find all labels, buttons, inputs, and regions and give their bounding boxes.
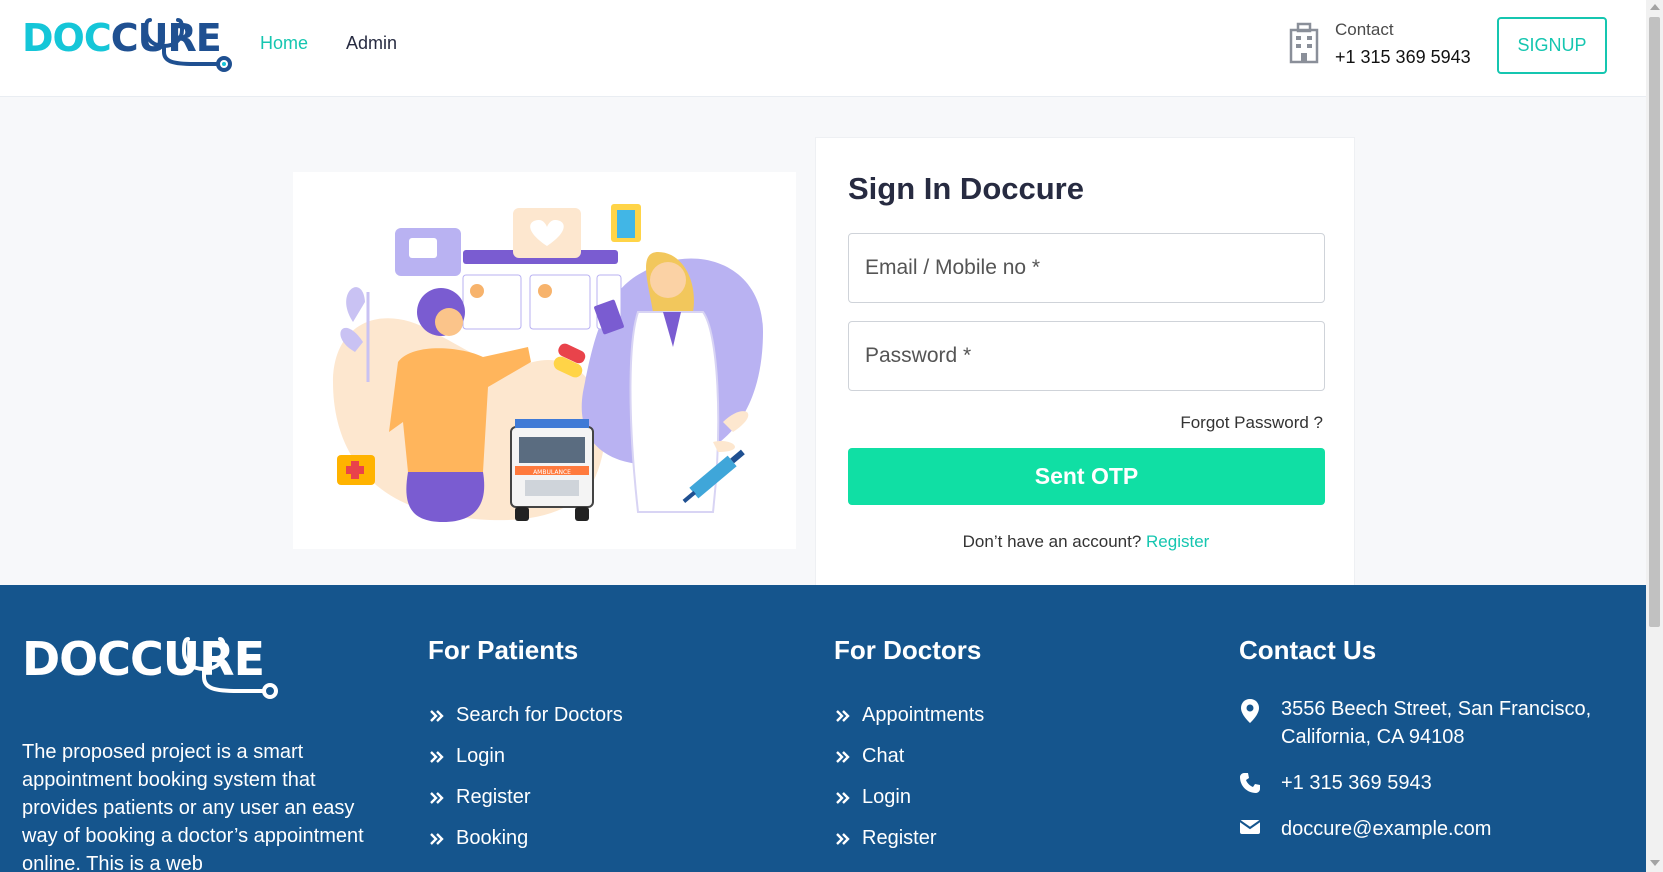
location-pin-icon [1241,699,1259,723]
footer-link-chat[interactable]: Chat [834,736,984,777]
site-footer: DOCCURE The proposed project is a smart … [0,585,1646,872]
signin-title: Sign In Doccure [848,171,1084,206]
page-scrollbar[interactable] [1646,0,1663,872]
footer-logo[interactable]: DOCCURE [22,635,278,699]
chevrons-right-icon [430,832,444,845]
site-header: DOCCURE Home Admin Contact +1 315 369 59… [0,0,1646,97]
chevrons-right-icon [430,750,444,763]
footer-patients-column: For Patients Search for Doctors Login Re… [428,635,623,859]
register-link[interactable]: Register [1146,532,1209,551]
stethoscope-icon [144,18,232,72]
footer-link-booking[interactable]: Booking [428,818,623,859]
signin-card: Sign In Doccure Forgot Password ? Sent O… [815,137,1355,585]
footer-address: 3556 Beech Street, San Francisco, Califo… [1239,695,1601,751]
footer-patients-title: For Patients [428,635,579,665]
footer-link-doctor-login[interactable]: Login [834,777,984,818]
phone-icon [1240,773,1260,793]
mail-icon [1239,820,1261,834]
scroll-up-icon[interactable] [1650,4,1660,10]
footer-doctors-title: For Doctors [834,635,982,665]
send-otp-button[interactable]: Sent OTP [848,448,1325,505]
header-logo[interactable]: DOCCURE [22,16,232,72]
nav-admin[interactable]: Admin [346,33,397,54]
footer-link-register[interactable]: Register [428,777,623,818]
footer-email[interactable]: doccure@example.com [1239,815,1601,843]
scrollbar-thumb[interactable] [1649,17,1660,627]
building-icon [1289,22,1319,64]
footer-link-doctor-register[interactable]: Register [834,818,984,859]
footer-phone[interactable]: +1 315 369 5943 [1239,769,1601,797]
footer-doctors-column: For Doctors Appointments Chat Login Regi… [834,635,984,859]
footer-link-search-doctors[interactable]: Search for Doctors [428,695,623,736]
chevrons-right-icon [836,832,850,845]
scroll-down-icon[interactable] [1650,860,1660,866]
contact-phone: +1 315 369 5943 [1335,47,1471,67]
doctor-patient-illustration: AMBULANCE [333,204,763,522]
email-field[interactable] [848,233,1325,303]
contact-label: Contact [1335,20,1394,39]
footer-link-login[interactable]: Login [428,736,623,777]
chevrons-right-icon [430,709,444,722]
footer-description: The proposed project is a smart appointm… [22,741,364,872]
footer-link-appointments[interactable]: Appointments [834,695,984,736]
signup-button[interactable]: SIGNUP [1497,17,1607,74]
svg-text:AMBULANCE: AMBULANCE [533,469,571,476]
hero-illustration: AMBULANCE [293,172,796,549]
footer-contact-title: Contact Us [1239,635,1377,665]
chevrons-right-icon [836,709,850,722]
footer-contact-column: Contact Us 3556 Beech Street, San Franci… [1239,635,1601,861]
nav-home[interactable]: Home [260,33,308,54]
register-prompt: Don’t have an account? Register [816,532,1356,552]
no-account-text: Don’t have an account? [962,532,1142,551]
forgot-password-link[interactable]: Forgot Password ? [1180,413,1323,433]
ambulance-icon: AMBULANCE [510,419,594,521]
chevrons-right-icon [836,791,850,804]
chevrons-right-icon [430,791,444,804]
password-field[interactable] [848,321,1325,391]
stethoscope-icon [182,637,278,699]
chevrons-right-icon [836,750,850,763]
main-nav: Home Admin [260,33,397,54]
